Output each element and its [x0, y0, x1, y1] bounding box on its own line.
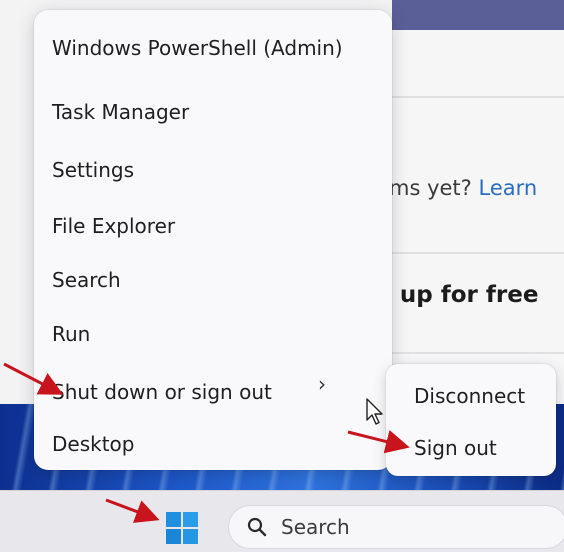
background-text-line: ms yet? Learn [389, 176, 537, 200]
menu-item-shut-down-or-sign-out[interactable]: Shut down or sign out [52, 380, 272, 404]
windows-logo-icon [166, 512, 198, 544]
chevron-right-icon: › [318, 372, 326, 396]
taskbar-search-box[interactable]: Search [228, 505, 564, 549]
menu-item-file-explorer[interactable]: File Explorer [52, 214, 175, 238]
winx-context-menu: Windows PowerShell (Admin) Task Manager … [34, 10, 392, 470]
menu-item-powershell-admin[interactable]: Windows PowerShell (Admin) [52, 36, 343, 60]
menu-item-run[interactable]: Run [52, 322, 90, 346]
taskbar-search-label: Search [281, 515, 350, 539]
mouse-pointer-icon [366, 398, 383, 425]
background-header-bar [392, 0, 564, 30]
shutdown-submenu: Disconnect Sign out [386, 364, 556, 476]
background-link[interactable]: Learn [479, 176, 538, 200]
taskbar: Search [0, 490, 564, 552]
submenu-item-sign-out[interactable]: Sign out [414, 436, 497, 460]
menu-item-task-manager[interactable]: Task Manager [52, 100, 189, 124]
background-divider [380, 352, 564, 354]
menu-item-search[interactable]: Search [52, 268, 121, 292]
background-divider [380, 252, 564, 254]
background-signup-text[interactable]: ı up for free [384, 282, 538, 308]
start-button[interactable] [162, 508, 202, 548]
background-divider [380, 96, 564, 98]
menu-item-settings[interactable]: Settings [52, 158, 134, 182]
submenu-item-disconnect[interactable]: Disconnect [414, 384, 525, 408]
background-text: ms yet? [389, 176, 472, 200]
search-icon [247, 517, 267, 537]
menu-item-desktop[interactable]: Desktop [52, 432, 134, 456]
background-page-content [380, 30, 564, 420]
